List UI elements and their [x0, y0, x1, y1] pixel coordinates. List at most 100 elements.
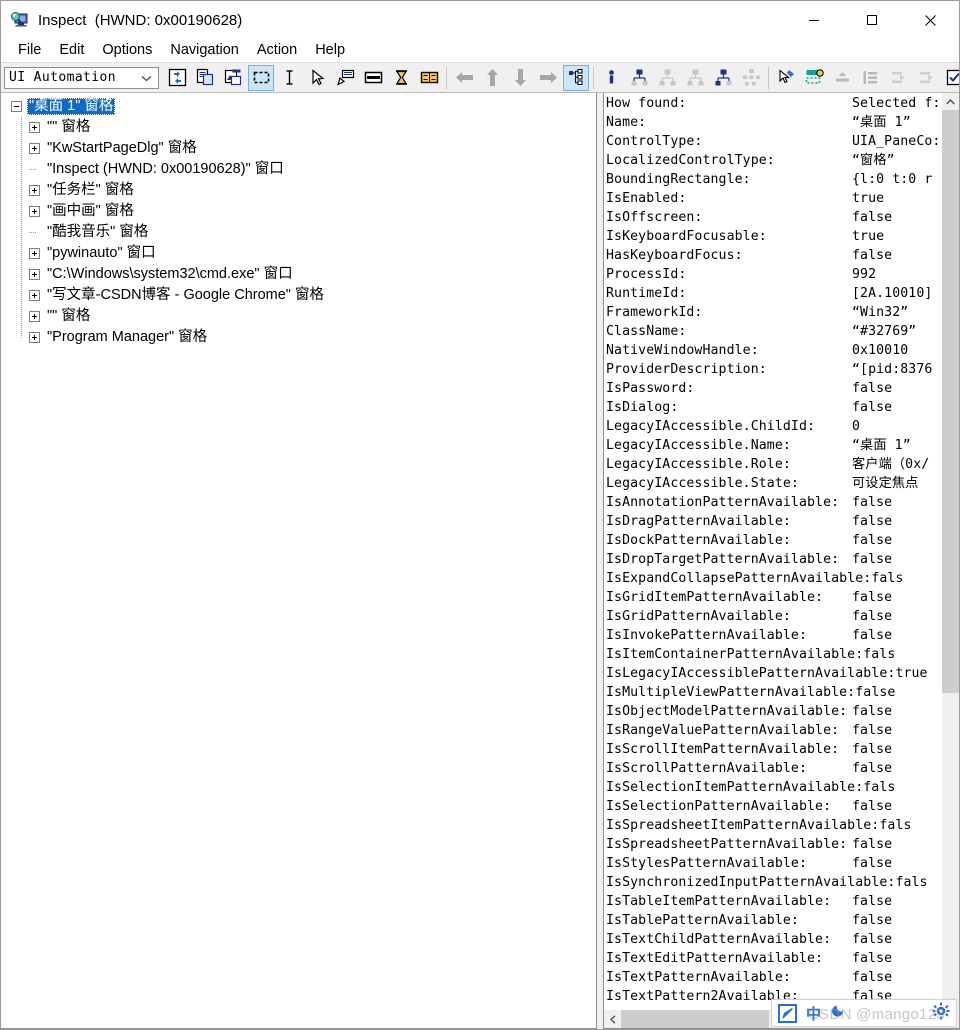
watch-focus-button[interactable] — [248, 65, 274, 91]
ime-pen-icon[interactable] — [778, 1004, 797, 1023]
property-row[interactable]: IsObjectModelPatternAvailable:false — [606, 702, 941, 721]
ime-indicator-bar[interactable]: 中 — [771, 999, 957, 1027]
property-row[interactable]: IsSelectionPatternAvailable:false — [606, 797, 941, 816]
nav-next-button[interactable] — [535, 65, 561, 91]
property-row[interactable]: LegacyIAccessible.Role:客户端（0x/ — [606, 455, 941, 474]
tree-expand-icon[interactable] — [29, 311, 40, 322]
property-row[interactable]: ClassName:“#32769” — [606, 322, 941, 341]
dock-top-button[interactable] — [829, 65, 855, 91]
nav-self-button[interactable] — [598, 65, 624, 91]
property-row[interactable]: IsLegacyIAccessiblePatternAvailable:true — [606, 664, 941, 683]
property-row[interactable]: LegacyIAccessible.Name:“桌面 1” — [606, 436, 941, 455]
property-row[interactable]: IsSynchronizedInputPatternAvailable:fals — [606, 873, 941, 892]
tree-node[interactable]: "C:\Windows\system32\cmd.exe" 窗口 — [1, 264, 596, 285]
focus-element-button[interactable] — [801, 65, 827, 91]
tree-node[interactable]: "任务栏" 窗格 — [1, 180, 596, 201]
vertical-scroll-track[interactable] — [942, 110, 959, 992]
property-row[interactable]: IsDialog:false — [606, 398, 941, 417]
property-row[interactable]: BoundingRectangle:{l:0 t:0 r — [606, 170, 941, 189]
menu-edit[interactable]: Edit — [50, 41, 93, 60]
property-row[interactable]: IsGridPatternAvailable:false — [606, 607, 941, 626]
dock-right-button[interactable] — [885, 65, 911, 91]
property-row[interactable]: IsKeyboardFocusable:true — [606, 227, 941, 246]
ime-gear-icon[interactable] — [932, 1002, 950, 1025]
scroll-left-button[interactable] — [604, 1010, 621, 1028]
property-row[interactable]: IsTableItemPatternAvailable:false — [606, 892, 941, 911]
property-row[interactable]: Name:“桌面 1” — [606, 113, 941, 132]
highlight-rect-button[interactable] — [332, 65, 358, 91]
property-row[interactable]: IsStylesPatternAvailable:false — [606, 854, 941, 873]
settings-button[interactable] — [941, 65, 959, 91]
property-row[interactable]: IsTextPatternAvailable:false — [606, 968, 941, 987]
property-row[interactable]: RuntimeId:[2A.10010] — [606, 284, 941, 303]
nav-parent-button[interactable] — [479, 65, 505, 91]
property-row[interactable]: How found:Selected f: — [606, 94, 941, 113]
watch-cursor-button[interactable] — [304, 65, 330, 91]
tree-node[interactable]: "桌面 1" 窗格 — [1, 96, 596, 117]
property-row[interactable]: IsDragPatternAvailable:false — [606, 512, 941, 531]
tree-node[interactable]: "酷我音乐" 窗格 — [1, 222, 596, 243]
properties-button[interactable] — [416, 65, 442, 91]
property-row[interactable]: IsTextChildPatternAvailable:false — [606, 930, 941, 949]
tree-view-button[interactable] — [563, 65, 589, 91]
property-row[interactable]: IsTablePatternAvailable:false — [606, 911, 941, 930]
property-row[interactable]: IsScrollPatternAvailable:false — [606, 759, 941, 778]
property-row[interactable]: IsItemContainerPatternAvailable:fals — [606, 645, 941, 664]
tree-expand-icon[interactable] — [29, 269, 40, 280]
watch-caret-button[interactable] — [276, 65, 302, 91]
refresh-button[interactable] — [164, 65, 190, 91]
property-row[interactable]: IsDockPatternAvailable:false — [606, 531, 941, 550]
property-row[interactable]: LegacyIAccessible.ChildId:0 — [606, 417, 941, 436]
nav-parent-node-button[interactable] — [626, 65, 652, 91]
nav-descendants-button[interactable] — [738, 65, 764, 91]
tree-expand-icon[interactable] — [29, 248, 40, 259]
nav-first-child-button[interactable] — [654, 65, 680, 91]
property-row[interactable]: IsSelectionItemPatternAvailable:fals — [606, 778, 941, 797]
tree-collapse-icon[interactable] — [11, 101, 22, 112]
property-row[interactable]: IsGridItemPatternAvailable:false — [606, 588, 941, 607]
horizontal-scroll-thumb[interactable] — [621, 1010, 769, 1028]
copy-button[interactable] — [192, 65, 218, 91]
show-bar-button[interactable] — [360, 65, 386, 91]
tree-node[interactable]: "" 窗格 — [1, 117, 596, 138]
menu-file[interactable]: File — [9, 41, 50, 60]
tree-expand-icon[interactable] — [29, 185, 40, 196]
property-row[interactable]: IsTextEditPatternAvailable:false — [606, 949, 941, 968]
property-row[interactable]: ProviderDescription:“[pid:8376 — [606, 360, 941, 379]
properties-vertical-scrollbar[interactable] — [941, 93, 959, 1009]
nav-previous-button[interactable] — [451, 65, 477, 91]
property-row[interactable]: LocalizedControlType:“窗格” — [606, 151, 941, 170]
property-row[interactable]: IsExpandCollapsePatternAvailable:fals — [606, 569, 941, 588]
property-row[interactable]: FrameworkId:“Win32” — [606, 303, 941, 322]
property-row[interactable]: IsInvokePatternAvailable:false — [606, 626, 941, 645]
property-row[interactable]: ControlType:UIA_PaneCo: — [606, 132, 941, 151]
properties-list[interactable]: How found:Selected f:Name:“桌面 1”ControlT… — [604, 93, 941, 1009]
menu-help[interactable]: Help — [306, 41, 354, 60]
dock-float-button[interactable] — [913, 65, 939, 91]
tree-node[interactable]: "pywinauto" 窗口 — [1, 243, 596, 264]
scroll-up-button[interactable] — [942, 93, 959, 110]
property-row[interactable]: IsMultipleViewPatternAvailable:false — [606, 683, 941, 702]
menu-options[interactable]: Options — [93, 41, 161, 60]
ime-language-label[interactable]: 中 — [806, 1003, 821, 1024]
property-row[interactable]: IsSpreadsheetItemPatternAvailable:fals — [606, 816, 941, 835]
property-row[interactable]: IsAnnotationPatternAvailable:false — [606, 493, 941, 512]
copy-image-button[interactable] — [220, 65, 246, 91]
property-row[interactable]: IsOffscreen:false — [606, 208, 941, 227]
tree-expand-icon[interactable] — [29, 206, 40, 217]
tree-expand-icon[interactable] — [29, 332, 40, 343]
tree-expand-icon[interactable] — [29, 290, 40, 301]
mode-combo[interactable]: UI Automation — [4, 67, 159, 89]
property-row[interactable]: IsScrollItemPatternAvailable:false — [606, 740, 941, 759]
nav-child-button[interactable] — [507, 65, 533, 91]
property-row[interactable]: NativeWindowHandle:0x10010 — [606, 341, 941, 360]
close-button[interactable] — [901, 1, 959, 39]
tree-node[interactable]: "Inspect (HWND: 0x00190628)" 窗口 — [1, 159, 596, 180]
nav-sibling-button[interactable] — [710, 65, 736, 91]
tree-node[interactable]: "写文章-CSDN博客 - Google Chrome" 窗格 — [1, 285, 596, 306]
maximize-button[interactable] — [843, 1, 901, 39]
nav-last-child-button[interactable] — [682, 65, 708, 91]
vertical-scroll-thumb[interactable] — [942, 110, 959, 693]
ime-moon-icon[interactable] — [830, 1002, 848, 1025]
tree-node[interactable]: "KwStartPageDlg" 窗格 — [1, 138, 596, 159]
